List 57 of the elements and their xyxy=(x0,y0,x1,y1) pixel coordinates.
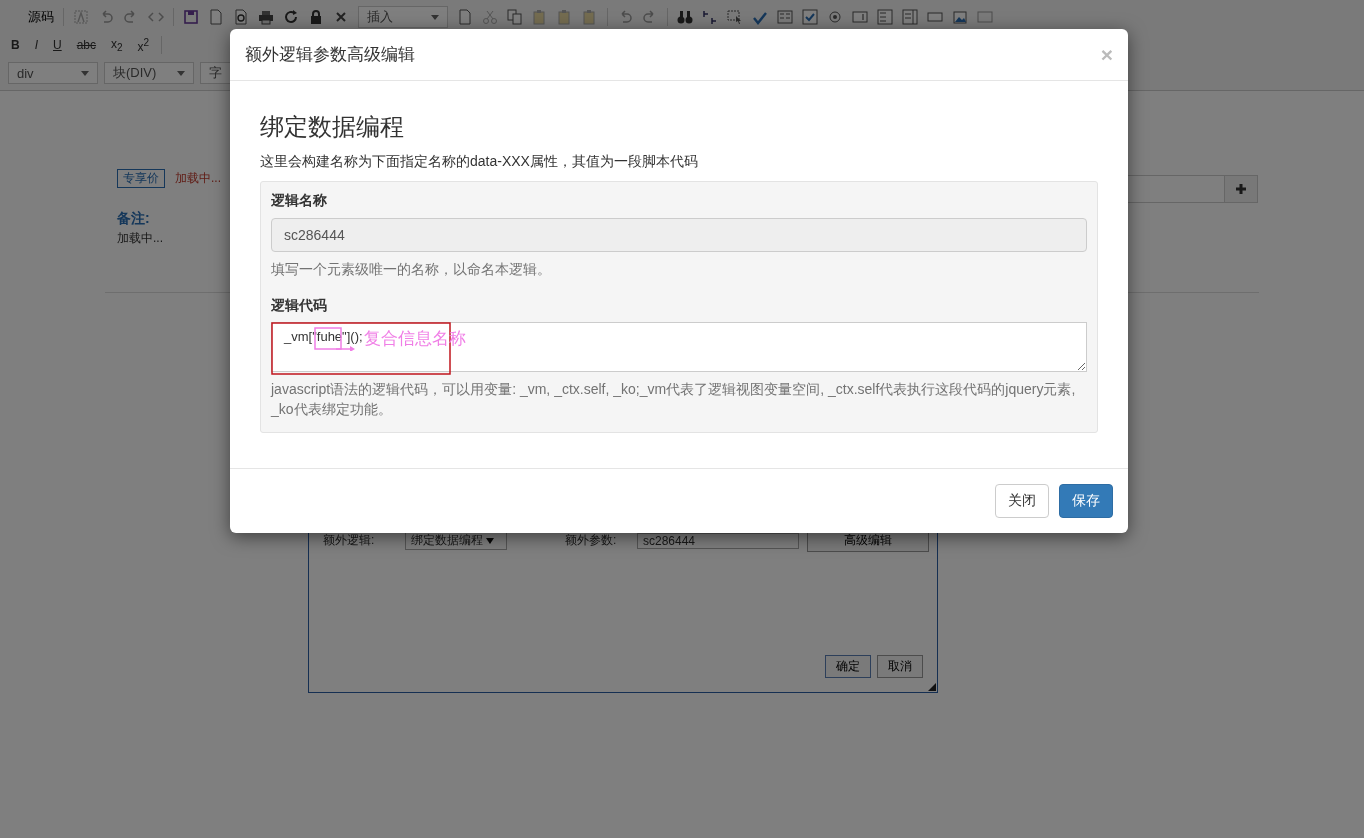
note-text: 加载中... xyxy=(117,230,163,247)
help-text: javascript语法的逻辑代码，可以用变量: _vm, _ctx.self, _ko;_vm代表了逻辑视图变量空间, _ctx.self代表执行这段代码的jquery元素, _ko代表绑定功能。 xyxy=(271,380,1077,419)
preview-icon[interactable] xyxy=(233,9,249,25)
field-label: 逻辑代码 xyxy=(271,297,328,315)
format-button[interactable]: U xyxy=(50,38,65,52)
document-icon[interactable] xyxy=(208,9,224,25)
block-select[interactable]: 块(DIV) xyxy=(104,62,194,84)
caret-icon xyxy=(486,538,495,544)
param-field[interactable]: sc286444 xyxy=(637,532,799,549)
list-box-icon[interactable] xyxy=(902,9,918,25)
format-select[interactable]: div xyxy=(8,62,98,84)
save-icon[interactable] xyxy=(183,9,199,25)
text-field-icon[interactable] xyxy=(852,9,868,25)
cut-icon[interactable] xyxy=(482,9,498,25)
plus-icon xyxy=(1235,183,1247,195)
paste-icon[interactable] xyxy=(532,9,548,25)
resize-grip-icon[interactable] xyxy=(928,683,936,691)
insert-select[interactable]: 插入 xyxy=(358,6,448,28)
format-button[interactable]: x$^{2}$ xyxy=(134,36,153,54)
format-button[interactable]: I xyxy=(31,38,41,52)
print-icon[interactable] xyxy=(258,9,274,25)
modal-title: 额外逻辑参数高级编辑 xyxy=(245,44,415,66)
ok-button[interactable]: 确定 xyxy=(825,655,871,678)
close-dialog-button[interactable]: 关闭 xyxy=(995,484,1049,518)
form-icon[interactable] xyxy=(777,9,793,25)
lock-icon[interactable] xyxy=(308,9,324,25)
document-icon[interactable] xyxy=(457,9,473,25)
description-text: 这里会构建名称为下面指定名称的data-XXX属性，其值为一段脚本代码 xyxy=(260,153,699,171)
price-tag: 专享价 xyxy=(117,169,165,188)
checkbox-icon[interactable] xyxy=(802,9,818,25)
cancel-button[interactable]: 取消 xyxy=(877,655,923,678)
source-button[interactable]: 源码 xyxy=(8,8,54,26)
select-all-icon[interactable] xyxy=(73,9,89,25)
format-button[interactable]: x$_{2}$ xyxy=(108,36,126,54)
field-label: 额外逻辑: xyxy=(323,532,376,549)
field-label: 逻辑名称 xyxy=(271,192,328,210)
add-button[interactable] xyxy=(1224,175,1258,203)
refresh-icon[interactable] xyxy=(283,9,299,25)
note-label: 备注: xyxy=(117,210,150,228)
caret-icon xyxy=(177,70,185,76)
binoculars-icon[interactable] xyxy=(677,9,693,25)
field-label: 额外参数: xyxy=(565,532,618,549)
help-text: 填写一个元素级唯一的名称，以命名本逻辑。 xyxy=(271,260,552,279)
paste-icon[interactable] xyxy=(582,9,598,25)
selection-icon[interactable] xyxy=(727,9,743,25)
image-icon[interactable] xyxy=(952,9,968,25)
paste-icon[interactable] xyxy=(557,9,573,25)
copy-icon[interactable] xyxy=(507,9,523,25)
format-button[interactable]: abc xyxy=(73,38,100,52)
caret-icon xyxy=(81,70,89,76)
loading-text: 加载中... xyxy=(175,170,221,187)
format-button[interactable]: B xyxy=(8,38,23,52)
radio-icon[interactable] xyxy=(827,9,843,25)
section-heading: 绑定数据编程 xyxy=(260,112,405,142)
save-button[interactable]: 保存 xyxy=(1059,484,1113,518)
caret-icon xyxy=(431,14,439,20)
text-area-icon[interactable] xyxy=(877,9,893,25)
